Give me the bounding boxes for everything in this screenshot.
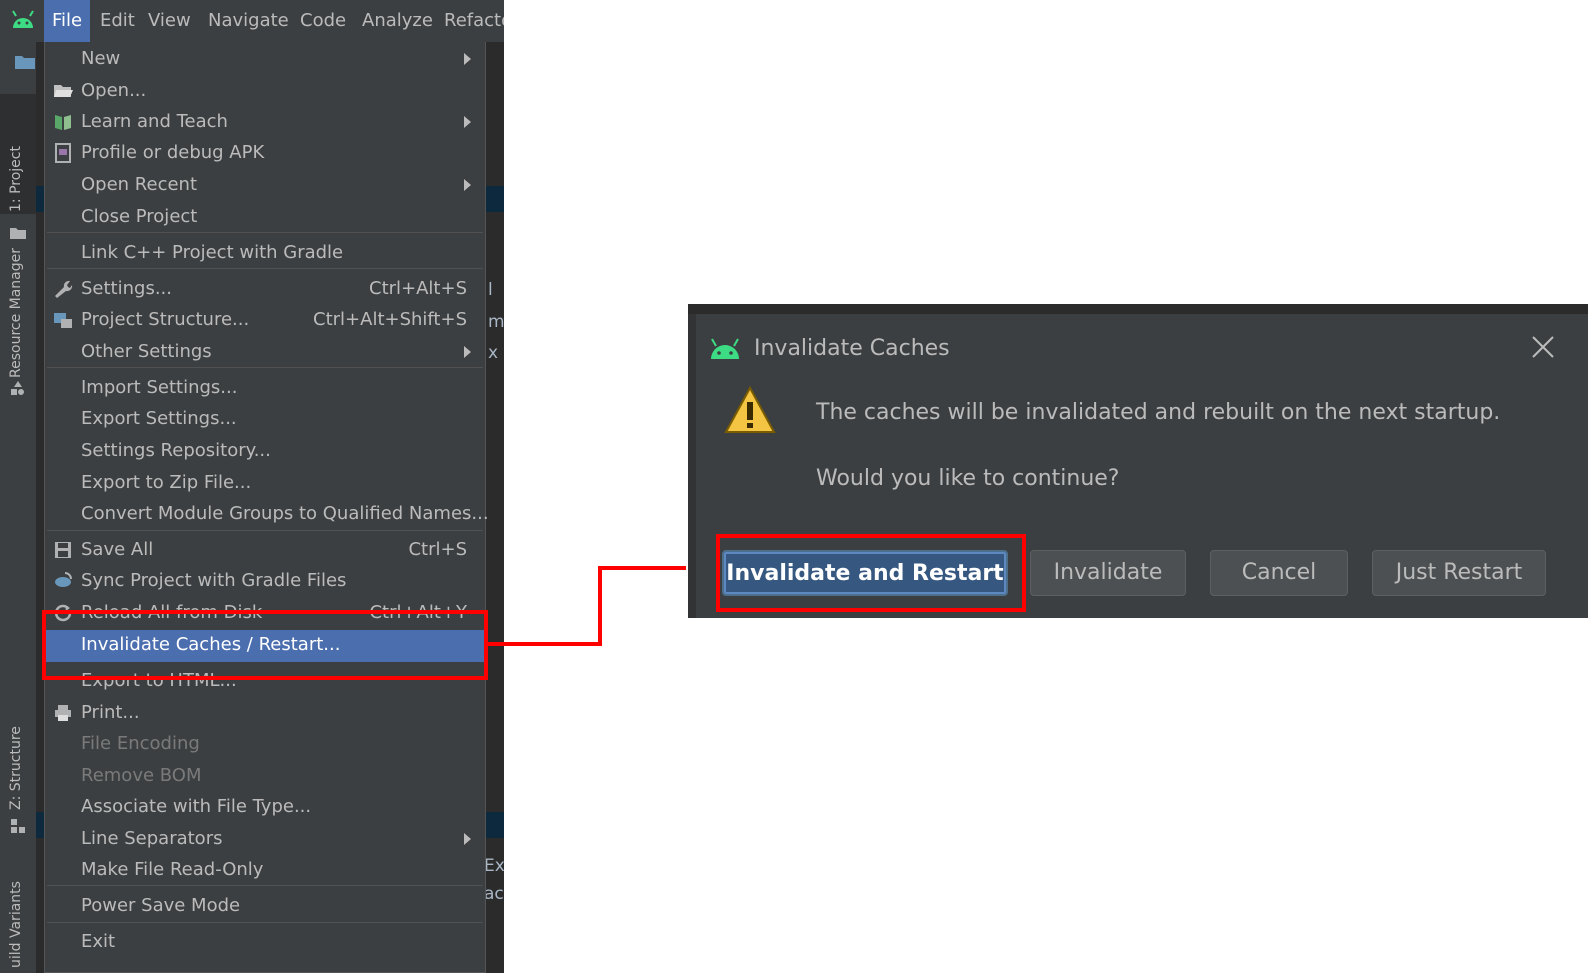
project-folder-icon[interactable] — [14, 54, 36, 70]
callout-connector — [488, 642, 602, 646]
invalidate-button[interactable]: Invalidate — [1030, 550, 1186, 596]
menu-separator — [47, 232, 483, 233]
tab-structure[interactable]: Z: Structure — [0, 714, 36, 834]
menu-item-learn-and-teach[interactable]: Learn and Teach — [45, 107, 485, 137]
menu-item-convert-module-groups[interactable]: Convert Module Groups to Qualified Names… — [45, 499, 489, 529]
menu-item-remove-bom: Remove BOM — [81, 765, 202, 786]
menu-item-settings[interactable]: Settings... Ctrl+Alt+S — [45, 274, 485, 304]
dialog-question: Would you like to continue? — [816, 466, 1120, 491]
menu-item-close-project[interactable]: Close Project — [45, 202, 485, 232]
shortcut-label: Ctrl+S — [408, 539, 467, 560]
resource-manager-icon — [11, 381, 24, 395]
submenu-arrow-icon — [464, 179, 471, 191]
editor-peek-text: Ex — [484, 856, 504, 876]
tool-window-strip: 1: Project Resource Manager Z: Structure… — [0, 42, 37, 973]
menu-item-export-settings[interactable]: Export Settings... — [45, 404, 485, 434]
menu-item-export-zip[interactable]: Export to Zip File... — [45, 468, 485, 498]
tab-resource-manager[interactable]: Resource Manager — [0, 232, 36, 402]
tab-structure-label: Z: Structure — [8, 726, 24, 810]
structure-icon — [11, 819, 25, 833]
menu-item-import-settings[interactable]: Import Settings... — [45, 373, 485, 403]
folder-open-icon — [54, 85, 73, 97]
menu-separator — [47, 367, 483, 368]
editor-peek-text: ac — [484, 884, 504, 904]
dialog-message: The caches will be invalidated and rebui… — [816, 400, 1501, 425]
menu-item-link-cpp[interactable]: Link C++ Project with Gradle — [45, 238, 485, 268]
gradle-sync-icon — [55, 572, 72, 587]
menu-analyze[interactable]: Analyze — [354, 0, 441, 42]
callout-box-menu — [42, 610, 488, 680]
menu-edit[interactable]: Edit — [92, 0, 143, 42]
tab-project-label: 1: Project — [8, 146, 24, 212]
editor-peek-text: x — [488, 343, 499, 363]
menu-item-open-recent[interactable]: Open Recent — [45, 170, 485, 200]
close-icon[interactable] — [1530, 334, 1556, 360]
menu-separator — [47, 885, 483, 886]
tab-build-variants[interactable]: uild Variants — [0, 872, 36, 973]
callout-box-button — [716, 534, 1026, 612]
menu-file[interactable]: File — [44, 0, 91, 42]
shortcut-label: Ctrl+Alt+S — [369, 278, 467, 299]
project-structure-icon — [54, 313, 72, 328]
menu-item-file-encoding: File Encoding — [81, 733, 200, 754]
printer-icon — [55, 705, 71, 721]
menu-item-line-separators[interactable]: Line Separators — [45, 824, 485, 854]
callout-connector — [598, 566, 686, 570]
just-restart-button[interactable]: Just Restart — [1372, 550, 1546, 596]
wrench-icon — [55, 280, 73, 298]
menu-item-exit[interactable]: Exit — [45, 927, 485, 957]
submenu-arrow-icon — [464, 833, 471, 845]
menu-item-other-settings[interactable]: Other Settings — [45, 337, 485, 367]
submenu-arrow-icon — [464, 116, 471, 128]
menu-item-power-save[interactable]: Power Save Mode — [45, 891, 485, 921]
menu-item-settings-repository[interactable]: Settings Repository... — [45, 436, 485, 466]
menu-item-print[interactable]: Print... — [45, 698, 485, 728]
warning-icon — [724, 386, 776, 433]
submenu-arrow-icon — [464, 53, 471, 65]
save-icon — [55, 542, 71, 558]
menu-code[interactable]: Code — [292, 0, 354, 42]
tab-build-variants-label: uild Variants — [8, 881, 24, 968]
menu-refactor[interactable]: Refacto — [436, 0, 504, 42]
submenu-arrow-icon — [464, 346, 471, 358]
android-logo-icon — [12, 10, 34, 28]
menu-item-new[interactable]: New — [45, 44, 485, 74]
menu-item-save-all[interactable]: Save All Ctrl+S — [45, 535, 485, 565]
editor-peek-text: m — [488, 312, 504, 332]
menu-item-associate-file-type[interactable]: Associate with File Type... — [45, 792, 485, 822]
tab-resource-manager-label: Resource Manager — [8, 247, 24, 378]
menu-separator — [47, 922, 483, 923]
menu-separator — [47, 268, 483, 269]
editor-peek-text: l — [488, 280, 493, 300]
menu-item-profile-apk[interactable]: Profile or debug APK — [45, 138, 485, 168]
menu-item-project-structure[interactable]: Project Structure... Ctrl+Alt+Shift+S — [45, 305, 485, 335]
cancel-button[interactable]: Cancel — [1210, 550, 1348, 596]
menu-item-open[interactable]: Open... — [45, 76, 485, 106]
menu-navigate[interactable]: Navigate — [200, 0, 297, 42]
menu-item-sync-gradle[interactable]: Sync Project with Gradle Files — [45, 566, 485, 596]
callout-connector — [598, 566, 602, 646]
dialog-title: Invalidate Caches — [754, 336, 950, 361]
menu-view[interactable]: View — [140, 0, 199, 42]
android-logo-icon — [711, 338, 739, 359]
ide-background-strip — [688, 304, 1588, 314]
apk-icon — [55, 143, 71, 163]
shortcut-label: Ctrl+Alt+Shift+S — [313, 309, 467, 330]
file-menu-popup: New Open... Learn and Teach Profile or d… — [44, 42, 489, 973]
menu-bar: File Edit View Navigate Code Analyze Ref… — [0, 0, 504, 43]
tab-project[interactable]: 1: Project — [0, 94, 36, 239]
book-icon — [55, 115, 71, 130]
menu-item-make-read-only[interactable]: Make File Read-Only — [45, 855, 485, 885]
menu-separator — [47, 530, 483, 531]
